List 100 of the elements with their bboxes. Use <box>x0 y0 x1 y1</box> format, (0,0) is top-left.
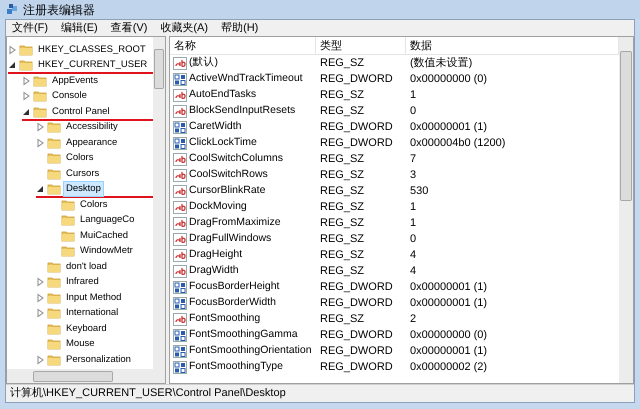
collapsed-arrow-icon[interactable] <box>36 308 45 318</box>
value-name[interactable]: DragHeight <box>189 247 242 263</box>
binary-value-icon <box>173 72 187 86</box>
tree-item[interactable]: Appearance <box>63 134 120 151</box>
value-name[interactable]: DragWidth <box>189 263 239 279</box>
folder-icon <box>47 121 61 134</box>
value-name[interactable]: AutoEndTasks <box>189 87 256 103</box>
value-name[interactable]: FocusBorderWidth <box>189 295 276 311</box>
value-name[interactable]: FontSmoothingOrientation <box>189 343 312 359</box>
menu-item[interactable]: 文件(F) <box>8 20 52 36</box>
folder-icon <box>47 276 61 288</box>
status-path: 计算机\HKEY_CURRENT_USER\Control Panel\Desktop <box>10 386 286 402</box>
value-name[interactable]: CaretWidth <box>189 119 242 135</box>
value-name[interactable]: FocusBorderHeight <box>189 279 280 295</box>
menu-item[interactable]: 收藏夹(A) <box>156 20 212 36</box>
folder-icon <box>61 230 75 242</box>
value-name[interactable]: FontSmoothingType <box>189 359 283 375</box>
tree-item[interactable]: MuiCached <box>77 228 132 244</box>
value-name[interactable]: DockMoving <box>189 199 247 215</box>
string-value-icon <box>173 152 187 166</box>
value-type: REG_SZ <box>319 232 366 247</box>
value-data: 3 <box>409 168 418 183</box>
value-type: REG_DWORD <box>319 280 394 295</box>
vertical-scrollbar[interactable] <box>619 37 633 383</box>
value-type: REG_DWORD <box>319 328 394 343</box>
tree-item[interactable]: Cursors <box>63 166 102 182</box>
column-header[interactable]: 类型 <box>316 37 406 54</box>
string-value-icon <box>173 184 187 198</box>
collapsed-arrow-icon[interactable] <box>36 122 45 132</box>
value-name[interactable]: CoolSwitchRows <box>189 167 268 183</box>
value-name[interactable]: CoolSwitchColumns <box>189 151 283 167</box>
tree-item[interactable]: HKEY_CLASSES_ROOT <box>35 42 149 58</box>
value-data: 0x00000000 (0) <box>409 328 488 343</box>
collapsed-arrow-icon[interactable] <box>22 91 31 102</box>
collapsed-arrow-icon[interactable] <box>36 277 45 288</box>
binary-value-icon <box>173 360 187 374</box>
tree-item[interactable]: Input Method <box>63 290 124 306</box>
tree-item[interactable]: LanguageCo <box>77 212 138 228</box>
value-type: REG_SZ <box>319 168 366 183</box>
value-name[interactable]: CursorBlinkRate <box>189 183 266 199</box>
tree-item[interactable]: Colors <box>63 150 96 166</box>
value-type: REG_DWORD <box>319 136 394 151</box>
menu-item[interactable]: 编辑(E) <box>57 20 102 36</box>
value-type: REG_SZ <box>319 152 366 167</box>
value-name[interactable]: FontSmoothingGamma <box>189 327 298 343</box>
value-name[interactable]: DragFromMaximize <box>189 215 281 231</box>
value-type: REG_SZ <box>319 248 366 263</box>
tree-item[interactable]: Accessibility <box>63 119 121 136</box>
string-value-icon <box>173 104 187 118</box>
value-type: REG_SZ <box>319 200 366 215</box>
tree-item[interactable]: Infrared <box>63 274 102 290</box>
string-value-icon <box>173 264 187 278</box>
expanded-arrow-icon[interactable] <box>22 106 31 117</box>
tree-item[interactable]: Personalization <box>63 352 134 368</box>
collapsed-arrow-icon[interactable] <box>36 354 45 365</box>
tree-item[interactable]: WindowMetr <box>77 243 136 260</box>
value-name[interactable]: (默认) <box>189 55 218 71</box>
value-name[interactable]: ActiveWndTrackTimeout <box>189 71 303 87</box>
folder-icon <box>47 152 61 164</box>
folder-icon <box>47 183 61 196</box>
collapsed-arrow-icon[interactable] <box>36 138 45 148</box>
collapsed-arrow-icon[interactable] <box>22 76 31 86</box>
tree-item[interactable]: International <box>63 305 122 322</box>
string-value-icon <box>173 216 187 230</box>
scroll-thumb[interactable] <box>33 370 113 382</box>
tree-item[interactable]: Console <box>49 88 90 104</box>
tree-item[interactable]: don't load <box>63 258 110 275</box>
horizontal-scrollbar[interactable] <box>7 369 165 383</box>
value-data: 0x00000002 (2) <box>409 360 488 375</box>
column-header[interactable]: 名称 <box>170 37 316 54</box>
folder-icon <box>33 90 47 102</box>
tree-item[interactable]: HKEY_CURRENT_USER <box>35 57 150 74</box>
folder-icon <box>47 136 61 149</box>
menu-item[interactable]: 查看(V) <box>106 20 152 36</box>
expanded-arrow-icon[interactable] <box>8 60 17 70</box>
value-data: 1 <box>409 216 418 231</box>
value-name[interactable]: ClickLockTime <box>189 135 257 151</box>
tree-item[interactable]: Keyboard <box>63 320 110 337</box>
value-data: 0x00000000 (0) <box>409 72 488 87</box>
value-name[interactable]: BlockSendInputResets <box>189 103 296 119</box>
scroll-thumb[interactable] <box>154 49 164 89</box>
tree-item[interactable]: AppEvents <box>49 72 101 89</box>
value-name[interactable]: DragFullWindows <box>189 231 272 247</box>
value-data: 7 <box>409 152 418 167</box>
string-value-icon <box>173 232 187 246</box>
tree-item[interactable]: Control Panel <box>49 104 113 120</box>
value-name[interactable]: FontSmoothing <box>189 311 260 327</box>
tree-item[interactable]: Desktop <box>63 181 104 198</box>
collapsed-arrow-icon[interactable] <box>36 292 45 303</box>
value-type: REG_DWORD <box>319 296 394 311</box>
menu-item[interactable]: 帮助(H) <box>217 20 262 36</box>
registry-cubes-icon <box>6 3 19 16</box>
tree-item[interactable]: Colors <box>77 196 110 213</box>
binary-value-icon <box>173 328 187 342</box>
expanded-arrow-icon[interactable] <box>36 184 45 194</box>
scroll-thumb[interactable] <box>620 51 632 201</box>
tree-item[interactable]: Mouse <box>63 336 98 352</box>
collapsed-arrow-icon[interactable] <box>8 44 17 55</box>
string-value-icon <box>173 56 187 70</box>
vertical-scrollbar[interactable] <box>153 37 165 369</box>
